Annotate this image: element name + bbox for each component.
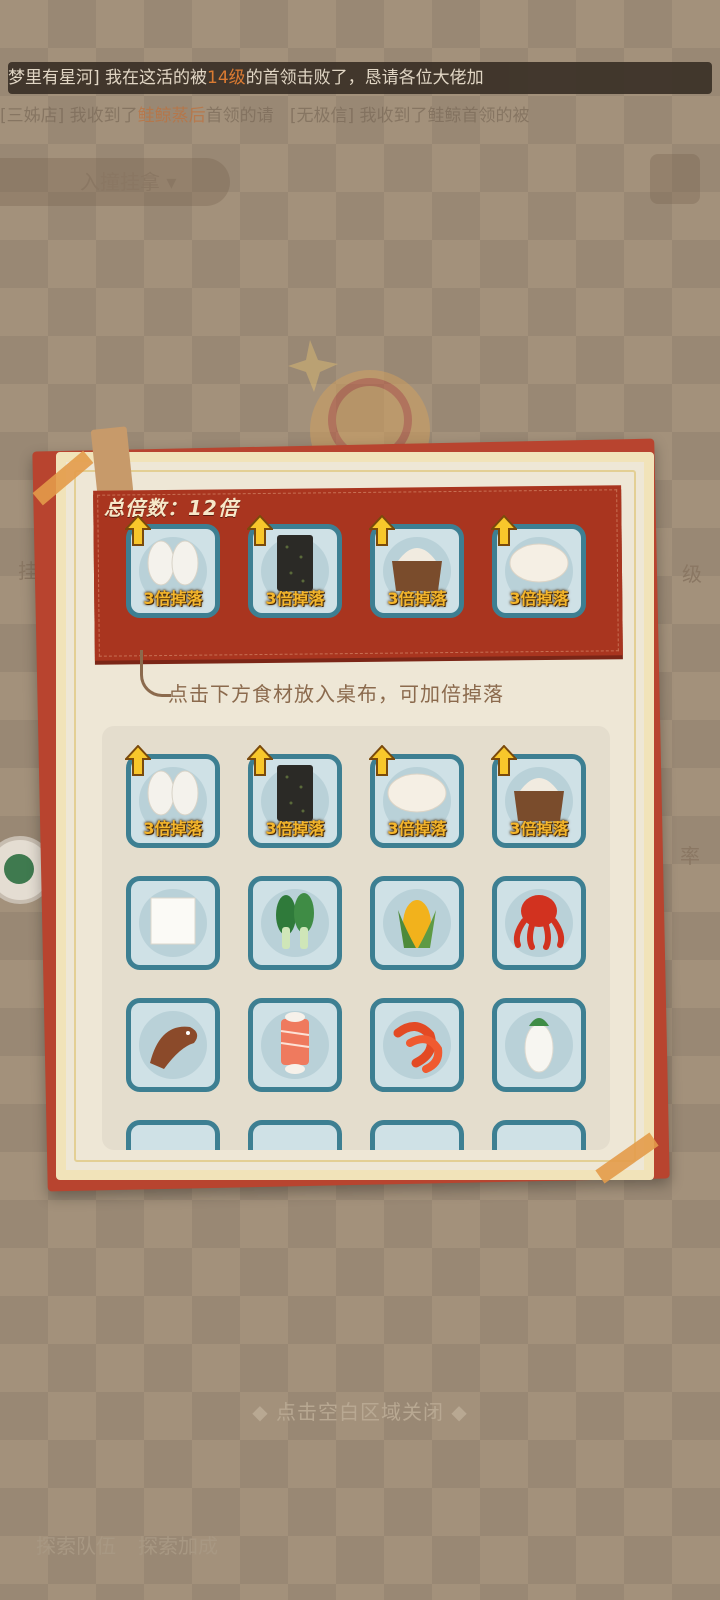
flour-sack-icon <box>384 533 450 597</box>
boost-arrow-icon <box>245 744 275 777</box>
ingredient-card[interactable]: 3倍掉落 <box>367 744 464 848</box>
ingredient-card[interactable]: 3倍掉落 <box>123 744 220 848</box>
ingredient-card[interactable]: 3倍掉落 <box>489 744 586 848</box>
ingredient-card-partial[interactable] <box>248 1120 342 1150</box>
seaweed-icon <box>273 763 317 827</box>
side-label-right-2: 率 <box>680 844 700 868</box>
table-slot-card[interactable]: 3倍掉落 <box>367 514 464 618</box>
instruction-hint: 点击下方食材放入桌布，可加倍掉落 <box>168 682 504 706</box>
ingredient-card-partial[interactable] <box>126 1120 220 1150</box>
table-slot-card[interactable]: 3倍掉落 <box>245 514 342 618</box>
ingredient-card[interactable] <box>492 876 586 970</box>
daikon-icon <box>519 1010 559 1080</box>
octopus-icon <box>508 891 570 955</box>
ingredient-card[interactable] <box>248 876 342 970</box>
side-label-right: 级 <box>682 562 702 586</box>
ingredient-card[interactable] <box>370 876 464 970</box>
close-hint[interactable]: ◆ 点击空白区域关闭 ◆ <box>0 1396 720 1425</box>
ingredient-card[interactable] <box>126 876 220 970</box>
bottom-tab-team: 探索队伍 <box>36 1534 116 1558</box>
sun-emblem-icon <box>288 340 430 450</box>
dough-icon <box>507 541 571 589</box>
announcement-ticker-2: [三姊店] 我收到了鲑鲸蒸后首领的请 [无极信] 我收到了鲑鲸首领的被 <box>0 106 530 126</box>
bok-choy-icon <box>270 891 320 955</box>
salmon-steak-icon <box>267 1011 323 1079</box>
ingredient-card[interactable] <box>370 998 464 1092</box>
seaweed-icon <box>273 533 317 597</box>
ingredient-card[interactable]: 3倍掉落 <box>245 744 342 848</box>
boost-arrow-icon <box>245 514 275 547</box>
ingredient-grid: 3倍掉落 3倍掉落 3倍掉落 3倍掉落 <box>102 726 610 1150</box>
bottom-tab-bonus: 探索加成 <box>138 1534 218 1558</box>
ingredient-card-partial[interactable] <box>492 1120 586 1150</box>
ingredient-card[interactable] <box>492 998 586 1092</box>
ingredient-card[interactable] <box>248 998 342 1092</box>
table-slot-card[interactable]: 3倍掉落 <box>123 514 220 618</box>
tofu-icon <box>148 895 198 951</box>
wood-clip <box>90 426 134 496</box>
corn-icon <box>394 890 440 956</box>
shrimp-icon <box>386 1013 448 1077</box>
catfish-icon <box>140 1013 206 1077</box>
rice-balls-icon <box>143 535 203 595</box>
table-slot-card[interactable]: 3倍掉落 <box>489 514 586 618</box>
announcement-ticker: 梦里有星河] 我在这活的被14级的首领击败了，恳请各位大佬加 <box>8 62 712 94</box>
ingredient-card[interactable] <box>126 998 220 1092</box>
dough-icon <box>385 771 449 819</box>
flour-sack-icon <box>506 763 572 827</box>
rice-balls-icon <box>143 765 203 825</box>
menu-icon <box>650 154 700 204</box>
dropdown-pill: 入撞挂拿 ▾ <box>0 158 230 206</box>
ingredient-card-partial[interactable] <box>370 1120 464 1150</box>
